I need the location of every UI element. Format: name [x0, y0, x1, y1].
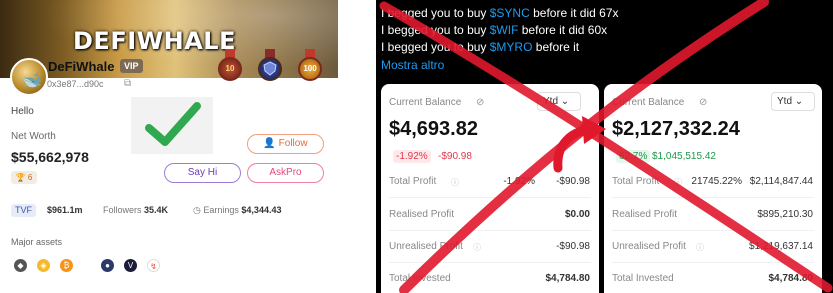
tvf-label: TVF — [11, 204, 36, 217]
change-amount: $1,045,515.42 — [652, 151, 716, 162]
divider — [612, 262, 814, 263]
trophy-icon: 🏆 — [15, 173, 26, 182]
unrealised-profit-value: -$90.98 — [556, 241, 590, 252]
unrealised-profit-label: Unrealised Profit — [612, 241, 686, 252]
unrealised-profit-value: $1,219,637.14 — [749, 241, 813, 252]
greeting: Hello — [11, 106, 34, 117]
wallet-address: 0x3e87...d90c — [47, 79, 104, 89]
profile-panel: DEFIWHALE 10 100 🐋 DeFiWhale VIP ▣ 0x3e8… — [0, 0, 338, 293]
red-curved-arrow-icon — [553, 116, 606, 173]
vip-badge: VIP — [120, 59, 143, 73]
total-profit-label: Total Profit — [389, 176, 437, 187]
total-profit-percent: 21745.22% — [691, 176, 742, 187]
achievement-badge-10[interactable]: 10 — [218, 57, 242, 81]
total-profit-percent: -1.92% — [503, 176, 535, 187]
tweet-line: I begged you to buy $WIF before it did 6… — [381, 23, 608, 37]
info-icon[interactable]: ⓘ — [451, 177, 459, 188]
btc-icon[interactable]: ₿ — [60, 259, 73, 272]
unrealised-profit-label: Unrealised Profit — [389, 241, 463, 252]
change-percent: -1.92% — [393, 150, 431, 163]
cashtag-link[interactable]: $SYNC — [490, 6, 530, 20]
divider — [612, 230, 814, 231]
divider — [389, 197, 591, 198]
chevron-down-icon: ⌄ — [794, 96, 804, 107]
tweet-line: I begged you to buy $MYRO before it — [381, 40, 580, 54]
bnb-icon[interactable]: ◈ — [37, 259, 50, 272]
clock-icon: ◷ — [193, 205, 201, 215]
period-select[interactable]: Ytd ⌄ — [771, 92, 815, 111]
whale-icon: 🐋 — [22, 72, 42, 89]
follow-button[interactable]: 👤 Follow — [247, 134, 324, 154]
show-more-link[interactable]: Mostra altro — [381, 58, 444, 72]
info-icon[interactable]: ⓘ — [696, 242, 704, 253]
info-icon[interactable]: ⓘ — [473, 242, 481, 253]
total-invested-value: $4,784.80 — [545, 273, 591, 284]
major-assets-label: Major assets — [11, 237, 63, 247]
chevron-down-icon: ⌄ — [560, 96, 570, 107]
period-select[interactable]: Ytd ⌄ — [537, 92, 581, 111]
achievement-badge-shield[interactable] — [258, 57, 282, 81]
cashtag-link[interactable]: $WIF — [490, 23, 519, 37]
token-icon[interactable]: V — [124, 259, 137, 272]
user-icon: 👤 — [263, 138, 276, 149]
current-balance: $2,127,332.24 — [612, 118, 740, 140]
token-icon[interactable]: ● — [101, 259, 114, 272]
realised-profit-label: Realised Profit — [389, 209, 455, 220]
divider — [389, 230, 591, 231]
divider — [612, 197, 814, 198]
tvf-value: $961.1m — [47, 205, 83, 215]
total-invested-label: Total Invested — [612, 273, 674, 284]
ask-pro-button[interactable]: AskPro — [247, 163, 324, 183]
rank-badge: 🏆 6 — [11, 171, 37, 184]
green-checkmark-icon — [145, 102, 201, 146]
followers-stat[interactable]: Followers 35.4K — [103, 205, 168, 215]
total-invested-label: Total Invested — [389, 273, 451, 284]
current-balance: $4,693.82 — [389, 118, 478, 140]
net-worth-value: $55,662,978 — [11, 149, 89, 165]
earnings-stat: ◷ Earnings $4,344.43 — [193, 205, 282, 215]
change-amount: -$90.98 — [438, 151, 472, 162]
tweet-line: I begged you to buy $SYNC before it did … — [381, 6, 619, 20]
total-profit-amount: $2,114,847.44 — [749, 176, 813, 187]
avatar[interactable]: 🐋 — [10, 58, 48, 96]
realised-profit-value: $0.00 — [564, 209, 590, 220]
total-profit-label: Total Profit — [612, 176, 660, 187]
copy-icon[interactable]: ⧉ — [124, 78, 131, 89]
say-hi-button[interactable]: Say Hi — [164, 163, 241, 183]
profile-name: DeFiWhale — [48, 59, 115, 74]
divider — [389, 262, 591, 263]
portfolio-card-after: Current Balance ⊘ Ytd ⌄ $2,127,332.24 62… — [604, 84, 822, 293]
token-icon[interactable]: ↯ — [147, 259, 160, 272]
shield-icon — [263, 61, 277, 76]
cashtag-link[interactable]: $MYRO — [490, 40, 533, 54]
eye-hide-icon[interactable]: ⊘ — [476, 97, 484, 108]
eth-icon[interactable]: ◆ — [14, 259, 27, 272]
realised-profit-value: $895,210.30 — [757, 209, 813, 220]
comparison-panel: I begged you to buy $SYNC before it did … — [376, 0, 833, 293]
balance-label: Current Balance — [389, 97, 462, 108]
achievement-badge-100[interactable]: 100 — [298, 57, 322, 81]
balance-label: Current Balance — [612, 97, 685, 108]
change-percent: 62.7% — [616, 150, 651, 163]
eye-hide-icon[interactable]: ⊘ — [699, 97, 707, 108]
realised-profit-label: Realised Profit — [612, 209, 678, 220]
brand-logo: DEFIWHALE — [73, 27, 236, 55]
total-invested-value: $4,784.80 — [768, 273, 814, 284]
net-worth-label: Net Worth — [11, 131, 56, 142]
info-icon[interactable]: ⓘ — [674, 177, 682, 188]
total-profit-amount: -$90.98 — [556, 176, 590, 187]
